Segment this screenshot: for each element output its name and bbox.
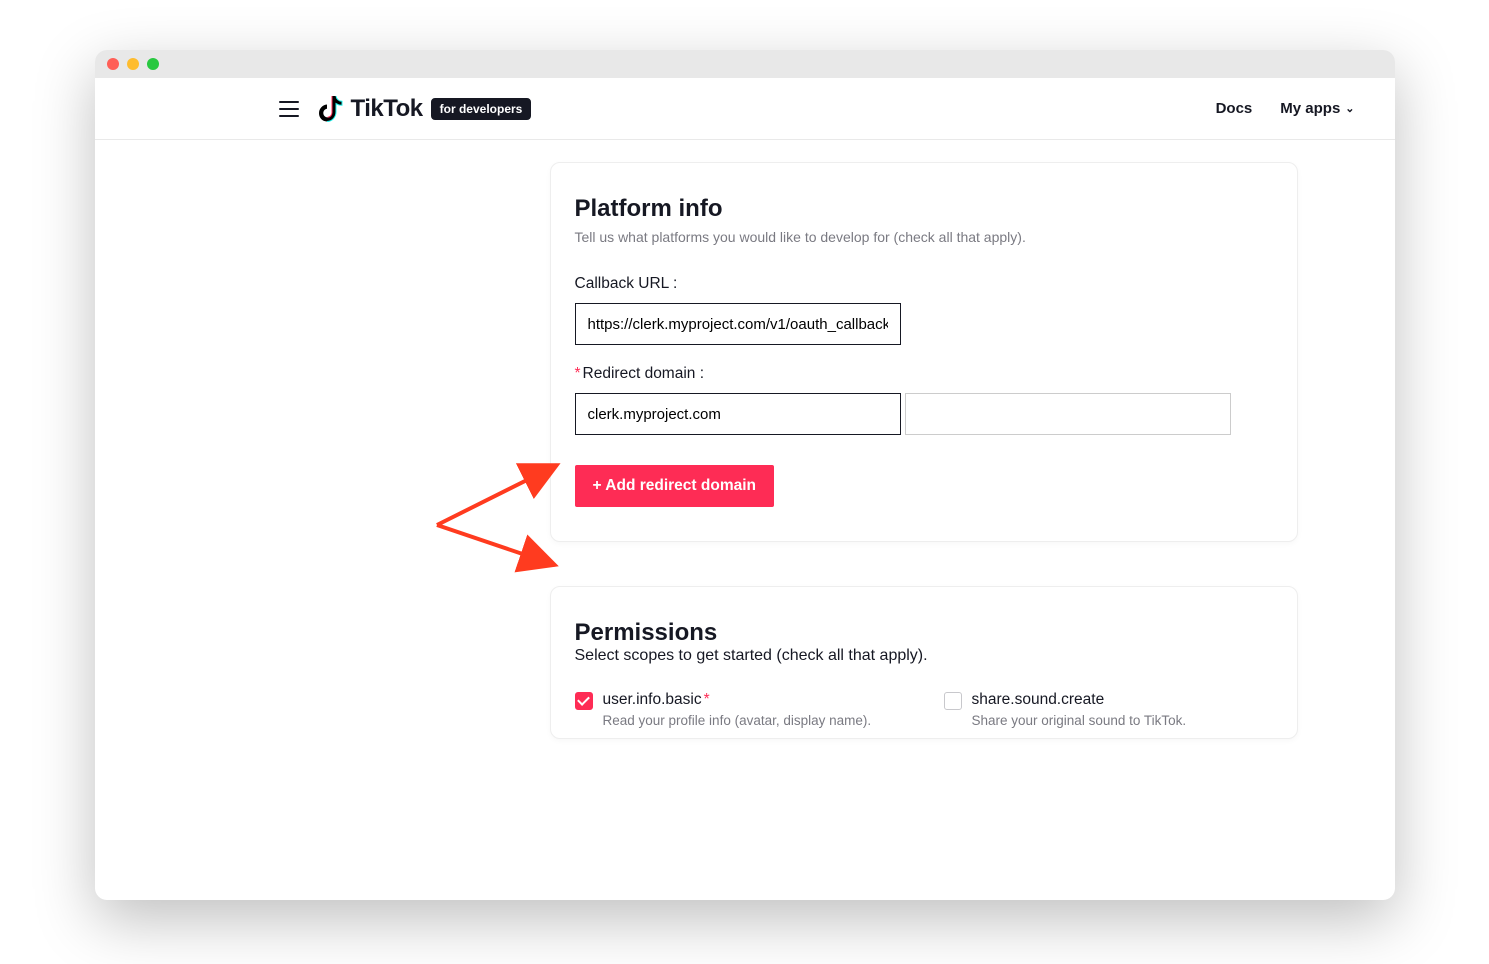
nav-docs[interactable]: Docs [1216,100,1253,117]
callback-url-label: Callback URL : [575,275,1273,293]
platform-info-card: Platform info Tell us what platforms you… [550,162,1298,542]
window-close-button[interactable] [107,58,119,70]
nav-my-apps[interactable]: My apps ⌄ [1280,100,1354,117]
logo-badge: for developers [431,98,532,120]
window-minimize-button[interactable] [127,58,139,70]
checkbox-checked-icon[interactable] [575,692,593,710]
browser-window: TikTok for developers Docs My apps ⌄ [95,50,1395,900]
add-redirect-domain-button[interactable]: + Add redirect domain [575,465,775,507]
chevron-down-icon: ⌄ [1345,102,1354,115]
permissions-title: Permissions [575,619,1273,647]
logo-text: TikTok [351,95,423,123]
redirect-domain-extra-input[interactable] [905,393,1231,435]
window-titlebar [95,50,1395,78]
permission-share-sound-create[interactable]: share.sound.create Share your original s… [944,691,1273,728]
required-asterisk: * [704,691,710,708]
hamburger-menu-button[interactable] [279,101,299,117]
permissions-subtitle: Select scopes to get started (check all … [575,647,1273,665]
top-nav: TikTok for developers Docs My apps ⌄ [95,78,1395,140]
permission-user-info-basic[interactable]: user.info.basic* Read your profile info … [575,691,904,728]
redirect-domain-label: *Redirect domain : [575,365,1273,383]
redirect-domain-label-text: Redirect domain : [583,365,704,382]
permission-scope1-name: user.info.basic [603,691,702,708]
redirect-domain-input[interactable] [575,393,901,435]
nav-docs-label: Docs [1216,100,1253,117]
window-maximize-button[interactable] [147,58,159,70]
permissions-card: Permissions Select scopes to get started… [550,586,1298,739]
permission-scope2-desc: Share your original sound to TikTok. [972,713,1187,728]
platform-info-subtitle: Tell us what platforms you would like to… [575,229,1273,245]
nav-my-apps-label: My apps [1280,100,1340,117]
callback-url-input[interactable] [575,303,901,345]
page-content: Platform info Tell us what platforms you… [95,140,1395,900]
checkbox-unchecked-icon[interactable] [944,692,962,710]
tiktok-logo[interactable]: TikTok for developers [319,95,532,123]
platform-info-title: Platform info [575,195,1273,223]
tiktok-icon [319,96,343,122]
permission-scope2-name: share.sound.create [972,691,1187,709]
permission-scope1-desc: Read your profile info (avatar, display … [603,713,872,728]
required-asterisk: * [575,365,581,382]
permission-scope-name: user.info.basic* [603,691,872,709]
